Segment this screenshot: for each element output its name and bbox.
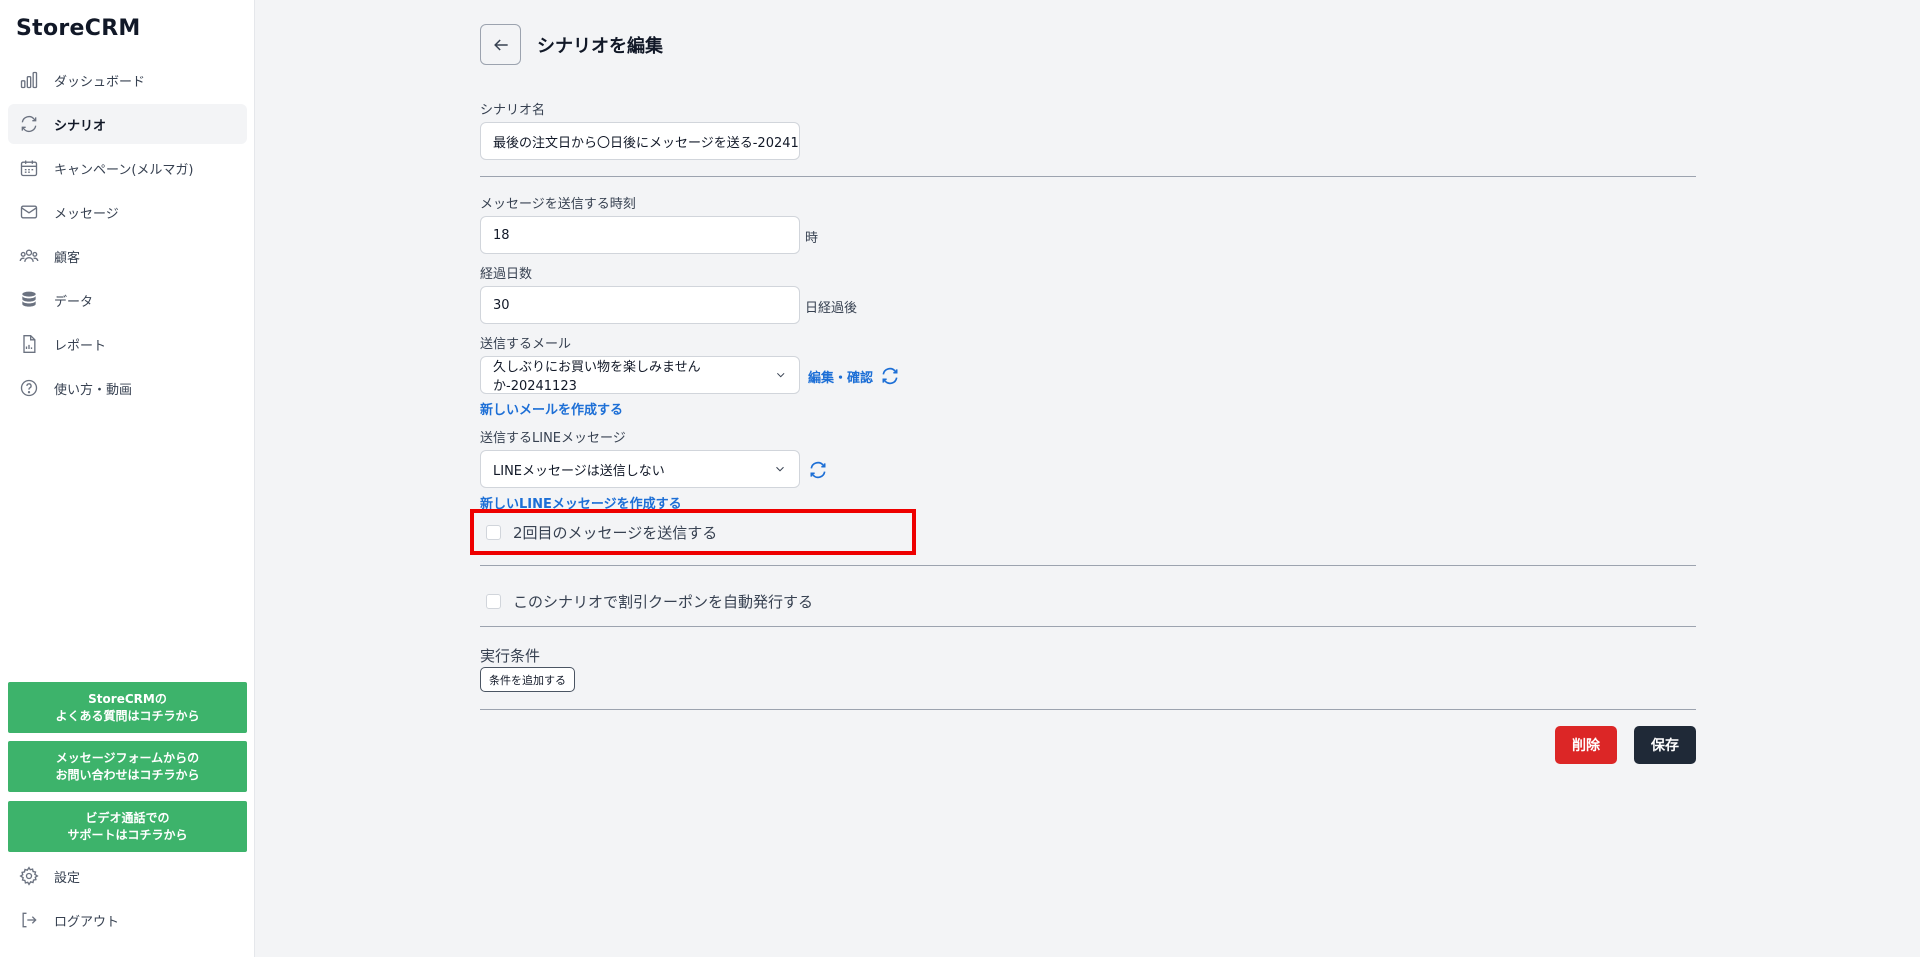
page-header: シナリオを編集 (480, 24, 663, 65)
send-time-suffix: 時 (805, 231, 819, 246)
line-refresh-icon[interactable] (808, 460, 828, 480)
elapsed-days-label: 経過日数 (480, 267, 533, 282)
sidebar: StoreCRM ダッシュボード シナリオ キャンペーン(メルマガ) メッセージ (0, 0, 255, 957)
sidebar-item-label: 使い方・動画 (54, 382, 133, 398)
elapsed-days-input[interactable]: 30 (480, 286, 800, 324)
sidebar-item-help[interactable]: 使い方・動画 (8, 368, 247, 408)
sidebar-item-label: シナリオ (54, 118, 107, 134)
sidebar-item-customers[interactable]: 顧客 (8, 236, 247, 276)
divider (480, 709, 1696, 710)
divider (480, 626, 1696, 627)
video-support-button[interactable]: ビデオ通話での サポートはコチラから (8, 801, 247, 852)
delete-button[interactable]: 削除 (1555, 726, 1617, 764)
refresh-icon (18, 113, 40, 135)
question-icon (18, 377, 40, 399)
mail-select-value: 久しぶりにお買い物を楽しみませんか-20241123 (493, 360, 701, 394)
line-select[interactable]: LINEメッセージは送信しない (480, 450, 800, 488)
document-chart-icon (18, 333, 40, 355)
sidebar-item-label: レポート (54, 338, 107, 354)
mail-icon (18, 201, 40, 223)
sidebar-item-message[interactable]: メッセージ (8, 192, 247, 232)
logout-icon (18, 909, 40, 931)
add-condition-button[interactable]: 条件を追加する (480, 667, 575, 692)
coupon-label: このシナリオで割引クーポンを自動発行する (513, 593, 814, 611)
users-icon (18, 245, 40, 267)
mail-select[interactable]: 久しぶりにお買い物を楽しみませんか-20241123 (480, 356, 800, 394)
new-mail-link[interactable]: 新しいメールを作成する (480, 399, 623, 418)
mail-label: 送信するメール (480, 337, 572, 352)
page-title: シナリオを編集 (537, 35, 663, 57)
arrow-left-icon (493, 38, 508, 51)
line-label: 送信するLINEメッセージ (480, 431, 626, 446)
faq-button[interactable]: StoreCRMの よくある質問はコチラから (8, 682, 247, 733)
highlight-box (470, 509, 916, 555)
sidebar-item-label: メッセージ (54, 206, 119, 222)
sidebar-bottom-nav: 設定 ログアウト (8, 856, 247, 944)
elapsed-days-suffix: 日経過後 (805, 301, 858, 316)
line-select-value: LINEメッセージは送信しない (493, 463, 665, 479)
sidebar-item-label: ログアウト (54, 914, 120, 930)
sidebar-item-label: キャンペーン(メルマガ) (54, 162, 194, 178)
sidebar-item-settings[interactable]: 設定 (8, 856, 247, 896)
bar-chart-icon (18, 69, 40, 91)
sidebar-item-label: データ (54, 294, 94, 310)
gear-icon (18, 865, 40, 887)
conditions-title: 実行条件 (480, 647, 541, 665)
send-time-label: メッセージを送信する時刻 (480, 197, 636, 212)
sidebar-item-label: 顧客 (54, 250, 81, 266)
sidebar-item-scenario[interactable]: シナリオ (8, 104, 247, 144)
app-logo: StoreCRM (16, 16, 141, 41)
divider (480, 565, 1696, 566)
back-button[interactable] (480, 24, 521, 65)
scenario-name-input[interactable]: 最後の注文日から〇日後にメッセージを送る-202411 (480, 122, 800, 160)
sidebar-nav: ダッシュボード シナリオ キャンペーン(メルマガ) メッセージ 顧客 データ レ… (8, 60, 247, 412)
scenario-name-label: シナリオ名 (480, 103, 546, 118)
coupon-row: このシナリオで割引クーポンを自動発行する (486, 591, 813, 612)
sidebar-item-dashboard[interactable]: ダッシュボード (8, 60, 247, 100)
save-button[interactable]: 保存 (1634, 726, 1696, 764)
sidebar-item-label: 設定 (54, 870, 81, 886)
sidebar-item-label: ダッシュボード (54, 74, 146, 90)
chevron-down-icon (776, 466, 784, 472)
coupon-checkbox[interactable] (486, 594, 501, 609)
mail-edit-link[interactable]: 編集・確認 (808, 367, 873, 386)
calendar-icon (18, 157, 40, 179)
sidebar-item-data[interactable]: データ (8, 280, 247, 320)
sidebar-item-logout[interactable]: ログアウト (8, 900, 247, 940)
contact-form-button[interactable]: メッセージフォームからの お問い合わせはコチラから (8, 741, 247, 792)
mail-refresh-icon[interactable] (880, 366, 900, 386)
sidebar-item-report[interactable]: レポート (8, 324, 247, 364)
divider (480, 176, 1696, 177)
send-time-input[interactable]: 18 (480, 216, 800, 254)
chevron-down-icon (776, 372, 784, 378)
sidebar-item-campaign[interactable]: キャンペーン(メルマガ) (8, 148, 247, 188)
database-icon (18, 289, 40, 311)
